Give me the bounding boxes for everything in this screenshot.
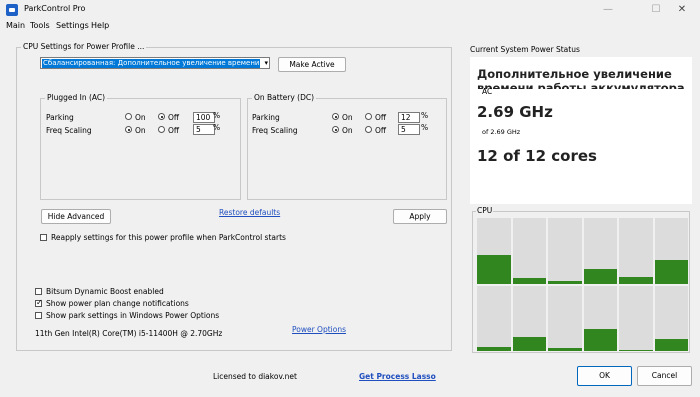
ac-parking-off-label: Off xyxy=(168,113,180,122)
active-plan-name: Дополнительное увеличение времени работы… xyxy=(477,67,685,89)
dc-freq-on-radio[interactable] xyxy=(332,126,339,133)
menu-tools[interactable]: Tools xyxy=(30,21,50,30)
restore-defaults-link[interactable]: Restore defaults xyxy=(219,208,280,217)
cpu-core-load-bar xyxy=(477,347,511,351)
cpu-core-10 xyxy=(619,285,653,351)
plugged-in-title: Plugged In (AC) xyxy=(45,93,108,102)
ac-freq-unit: % xyxy=(213,123,221,132)
cpu-core-load-bar xyxy=(548,280,582,284)
cpu-core-3 xyxy=(583,218,617,284)
hide-advanced-button[interactable]: Hide Advanced xyxy=(41,209,111,224)
cpu-core-grid xyxy=(477,218,688,351)
plan-notifications-label: Show power plan change notifications xyxy=(46,299,189,308)
power-source: AC xyxy=(482,87,493,96)
dc-parking-label: Parking xyxy=(252,113,280,122)
close-button[interactable]: ✕ xyxy=(664,0,700,20)
get-process-lasso-link[interactable]: Get Process Lasso xyxy=(359,372,436,381)
ac-parking-on-radio[interactable] xyxy=(125,113,132,120)
dc-parking-on-label: On xyxy=(342,113,353,122)
make-active-button[interactable]: Make Active xyxy=(278,57,346,72)
on-battery-title: On Battery (DC) xyxy=(252,93,317,102)
reapply-label: Reapply settings for this power profile … xyxy=(51,233,286,242)
active-cores: 12 of 12 cores xyxy=(477,147,597,165)
cpu-core-4 xyxy=(619,218,653,284)
cpu-core-load-bar xyxy=(619,349,653,351)
dc-parking-unit: % xyxy=(421,111,429,120)
minimize-button[interactable]: — xyxy=(590,0,626,20)
apply-button[interactable]: Apply xyxy=(393,209,447,224)
menu-bar: Main Tools Settings Help xyxy=(0,20,700,34)
dc-freq-unit: % xyxy=(421,123,429,132)
plan-notifications-checkbox[interactable] xyxy=(35,298,43,307)
cpu-core-2 xyxy=(548,218,582,284)
ac-parking-unit: % xyxy=(213,111,221,120)
power-options-link[interactable]: Power Options xyxy=(292,325,346,334)
park-settings-label: Show park settings in Windows Power Opti… xyxy=(46,311,220,320)
app-icon xyxy=(6,4,18,16)
ac-parking-off-radio[interactable] xyxy=(158,113,165,120)
ac-freq-on-radio[interactable] xyxy=(125,126,132,133)
cpu-graph: CPU xyxy=(472,206,690,353)
cpu-core-load-bar xyxy=(477,254,511,284)
max-frequency: of 2.69 GHz xyxy=(482,128,521,136)
dc-freq-on-label: On xyxy=(342,126,353,135)
reapply-checkbox[interactable] xyxy=(40,234,47,241)
cpu-core-load-bar xyxy=(583,269,617,284)
cpu-core-load-bar xyxy=(654,259,688,284)
cancel-button[interactable]: Cancel xyxy=(637,366,692,386)
menu-settings[interactable]: Settings xyxy=(56,21,89,30)
cpu-name: 11th Gen Intel(R) Core(TM) i5-11400H @ 2… xyxy=(35,329,223,338)
cpu-core-6 xyxy=(477,285,511,351)
dc-parking-off-radio[interactable] xyxy=(365,113,372,120)
dc-parking-off-label: Off xyxy=(375,113,387,122)
dc-freq-value-input[interactable]: 5 xyxy=(398,124,420,135)
dynamic-boost-label: Bitsum Dynamic Boost enabled xyxy=(46,287,164,296)
dc-freq-off-label: Off xyxy=(375,126,387,135)
cpu-core-load-bar xyxy=(548,348,582,351)
ac-parking-on-label: On xyxy=(135,113,146,122)
cpu-core-load-bar xyxy=(583,328,617,351)
ac-freq-off-label: Off xyxy=(168,126,180,135)
cpu-core-load-bar xyxy=(654,339,688,351)
title-bar: ParkControl Pro — ☐ ✕ xyxy=(0,0,700,20)
dc-parking-on-radio[interactable] xyxy=(332,113,339,120)
power-profile-select[interactable]: Сбалансированная: Дополнительное увеличе… xyxy=(40,57,270,69)
cpu-core-7 xyxy=(512,285,546,351)
ac-freq-on-label: On xyxy=(135,126,146,135)
ac-freq-value-input[interactable]: 5 xyxy=(193,124,215,135)
cpu-core-load-bar xyxy=(512,336,546,351)
cpu-core-load-bar xyxy=(512,278,546,284)
ac-parking-label: Parking xyxy=(46,113,74,122)
status-panel: Дополнительное увеличение времени работы… xyxy=(470,57,692,204)
licensed-to: Licensed to diakov.net xyxy=(213,372,297,381)
chevron-down-icon: ▾ xyxy=(264,59,268,67)
ac-freq-label: Freq Scaling xyxy=(46,126,92,135)
cpu-core-9 xyxy=(583,285,617,351)
dc-parking-value-input[interactable]: 12 xyxy=(398,112,420,123)
cpu-core-0 xyxy=(477,218,511,284)
cpu-core-5 xyxy=(654,218,688,284)
menu-help[interactable]: Help xyxy=(91,21,109,30)
cpu-core-11 xyxy=(654,285,688,351)
cpu-core-1 xyxy=(512,218,546,284)
power-profile-selected: Сбалансированная: Дополнительное увеличе… xyxy=(42,59,260,68)
cpu-graph-title: CPU xyxy=(476,206,494,215)
dynamic-boost-checkbox[interactable] xyxy=(35,288,42,295)
dc-freq-label: Freq Scaling xyxy=(252,126,298,135)
park-settings-checkbox[interactable] xyxy=(35,312,42,319)
window-title: ParkControl Pro xyxy=(24,4,86,13)
current-frequency: 2.69 GHz xyxy=(477,103,553,121)
cpu-settings-group-title: CPU Settings for Power Profile ... xyxy=(21,42,147,51)
ac-freq-off-radio[interactable] xyxy=(158,126,165,133)
ok-button[interactable]: OK xyxy=(577,366,632,386)
cpu-core-load-bar xyxy=(619,276,653,284)
dc-freq-off-radio[interactable] xyxy=(365,126,372,133)
ac-parking-value-input[interactable]: 100 xyxy=(193,112,215,123)
cpu-core-8 xyxy=(548,285,582,351)
menu-main[interactable]: Main xyxy=(6,21,25,30)
status-title: Current System Power Status xyxy=(470,45,580,54)
